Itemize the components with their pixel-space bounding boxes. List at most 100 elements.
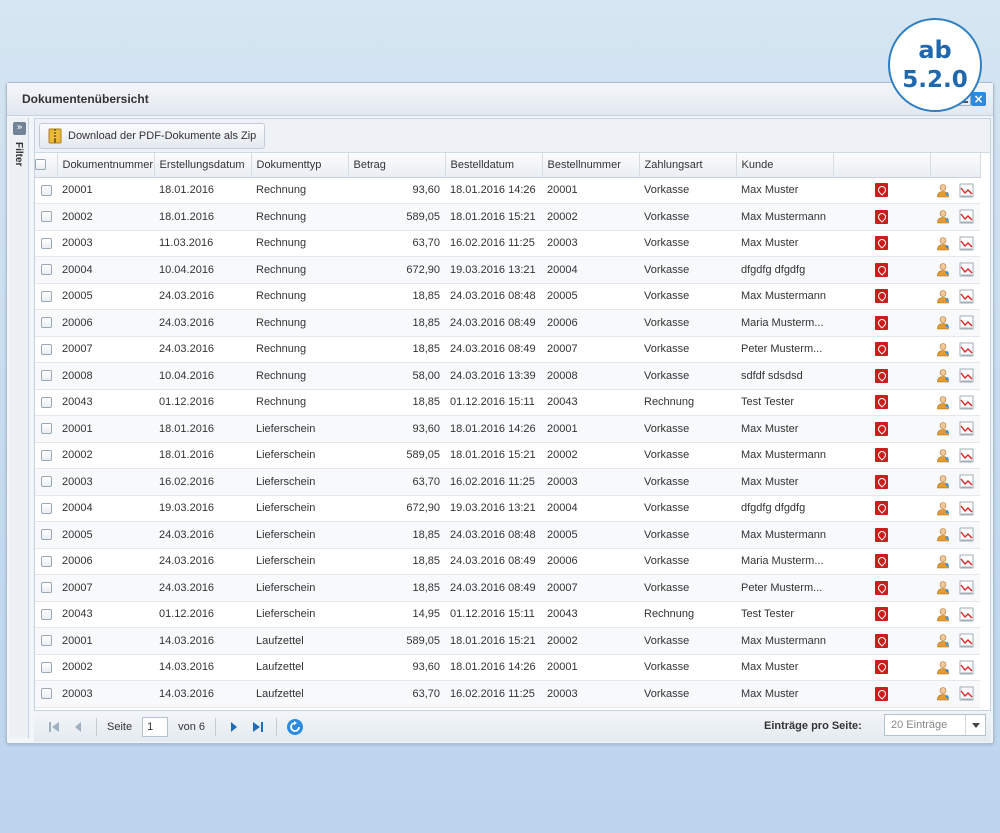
- col-header-created[interactable]: Erstellungsdatum: [154, 153, 252, 178]
- row-checkbox[interactable]: [40, 555, 52, 567]
- row-checkbox[interactable]: [40, 211, 52, 223]
- table-row[interactable]: 20006 24.03.2016 Lieferschein 18,85 24.03.20…: [35, 548, 980, 575]
- row-checkbox-cell[interactable]: [35, 654, 57, 681]
- pdf-icon[interactable]: [875, 501, 888, 516]
- pdf-icon[interactable]: [875, 262, 888, 277]
- row-checkbox[interactable]: [40, 635, 52, 647]
- row-checkbox-cell[interactable]: [35, 415, 57, 443]
- pdf-icon[interactable]: [875, 527, 888, 542]
- expand-filter-icon[interactable]: »: [13, 122, 26, 135]
- row-checkbox[interactable]: [40, 449, 52, 461]
- table-row[interactable]: 20004 10.04.2016 Rechnung 672,90 19.03.2016 …: [35, 256, 980, 284]
- row-checkbox[interactable]: [40, 476, 52, 488]
- user-icon[interactable]: [936, 236, 951, 251]
- table-row[interactable]: 20008 10.04.2016 Rechnung 58,00 24.03.2016 1…: [35, 362, 980, 390]
- user-icon[interactable]: [936, 501, 951, 516]
- chart-icon[interactable]: [959, 183, 974, 198]
- table-row[interactable]: 20005 24.03.2016 Lieferschein 18,85 24.03.20…: [35, 521, 980, 549]
- chart-icon[interactable]: [959, 686, 974, 701]
- pdf-icon[interactable]: [875, 209, 888, 224]
- next-page-button[interactable]: [225, 718, 243, 736]
- chart-icon[interactable]: [959, 580, 974, 595]
- row-checkbox[interactable]: [40, 317, 52, 329]
- prev-page-button[interactable]: [69, 718, 87, 736]
- items-per-page-select[interactable]: 20 Einträge: [884, 714, 986, 736]
- row-checkbox-cell[interactable]: [35, 495, 57, 522]
- table-row[interactable]: 20043 01.12.2016 Lieferschein 14,95 01.12.20…: [35, 601, 980, 628]
- page-number-input[interactable]: [142, 716, 169, 737]
- row-checkbox-cell[interactable]: [35, 203, 57, 231]
- chart-icon[interactable]: [959, 554, 974, 569]
- pdf-icon[interactable]: [875, 421, 888, 436]
- pdf-icon[interactable]: [875, 315, 888, 330]
- select-all-checkbox-cell[interactable]: [35, 153, 58, 178]
- row-checkbox-cell[interactable]: [35, 680, 57, 708]
- row-checkbox-cell[interactable]: [35, 548, 57, 575]
- row-checkbox[interactable]: [40, 608, 52, 620]
- row-checkbox[interactable]: [40, 237, 52, 249]
- pdf-icon[interactable]: [875, 368, 888, 383]
- table-row[interactable]: 20002 14.03.2016 Laufzettel 93,60 18.01.2016…: [35, 654, 980, 681]
- user-icon[interactable]: [936, 607, 951, 622]
- pdf-icon[interactable]: [875, 660, 888, 675]
- chart-icon[interactable]: [959, 633, 974, 648]
- chart-icon[interactable]: [959, 342, 974, 357]
- row-checkbox-cell[interactable]: [35, 627, 57, 655]
- col-header-type[interactable]: Dokumenttyp: [251, 153, 349, 178]
- user-icon[interactable]: [936, 448, 951, 463]
- table-row[interactable]: 20005 24.03.2016 Rechnung 18,85 24.03.2016 0…: [35, 283, 980, 310]
- row-checkbox[interactable]: [40, 688, 52, 700]
- pdf-icon[interactable]: [875, 633, 888, 648]
- row-checkbox-cell[interactable]: [35, 574, 57, 602]
- chart-icon[interactable]: [959, 448, 974, 463]
- user-icon[interactable]: [936, 262, 951, 277]
- pdf-icon[interactable]: [875, 580, 888, 595]
- chart-icon[interactable]: [959, 474, 974, 489]
- user-icon[interactable]: [936, 686, 951, 701]
- row-checkbox-cell[interactable]: [35, 283, 57, 310]
- refresh-button[interactable]: [286, 718, 304, 736]
- row-checkbox-cell[interactable]: [35, 442, 57, 469]
- col-header-docnum[interactable]: Dokumentnummer: [57, 153, 155, 178]
- pdf-icon[interactable]: [875, 183, 888, 198]
- col-header-customer[interactable]: Kunde: [736, 153, 834, 178]
- chart-icon[interactable]: [959, 501, 974, 516]
- row-checkbox-cell[interactable]: [35, 362, 57, 390]
- row-checkbox-cell[interactable]: [35, 521, 57, 549]
- col-header-ordernum[interactable]: Bestellnummer: [542, 153, 640, 178]
- user-icon[interactable]: [936, 209, 951, 224]
- table-row[interactable]: 20006 24.03.2016 Rechnung 18,85 24.03.2016 0…: [35, 309, 980, 337]
- pdf-icon[interactable]: [875, 686, 888, 701]
- row-checkbox[interactable]: [40, 661, 52, 673]
- row-checkbox-cell[interactable]: [35, 309, 57, 337]
- pdf-icon[interactable]: [875, 289, 888, 304]
- user-icon[interactable]: [936, 368, 951, 383]
- col-header-orderdate[interactable]: Bestelldatum: [445, 153, 543, 178]
- table-row[interactable]: 20043 01.12.2016 Rechnung 18,85 01.12.2016 1…: [35, 389, 980, 416]
- row-checkbox-cell[interactable]: [35, 230, 57, 257]
- row-checkbox[interactable]: [40, 184, 52, 196]
- col-header-amount[interactable]: Betrag: [348, 153, 446, 178]
- row-checkbox[interactable]: [40, 290, 52, 302]
- chart-icon[interactable]: [959, 262, 974, 277]
- table-row[interactable]: 20002 18.01.2016 Lieferschein 589,05 18.01.2…: [35, 442, 980, 469]
- select-all-checkbox[interactable]: [35, 159, 46, 171]
- pdf-icon[interactable]: [875, 607, 888, 622]
- chart-icon[interactable]: [959, 209, 974, 224]
- chart-icon[interactable]: [959, 315, 974, 330]
- row-checkbox-cell[interactable]: [35, 336, 57, 363]
- user-icon[interactable]: [936, 183, 951, 198]
- chart-icon[interactable]: [959, 660, 974, 675]
- row-checkbox[interactable]: [40, 343, 52, 355]
- col-header-payment[interactable]: Zahlungsart: [639, 153, 737, 178]
- user-icon[interactable]: [936, 289, 951, 304]
- table-row[interactable]: 20003 16.02.2016 Lieferschein 63,70 16.02.20…: [35, 468, 980, 496]
- pdf-icon[interactable]: [875, 554, 888, 569]
- user-icon[interactable]: [936, 580, 951, 595]
- close-button[interactable]: ×: [971, 92, 986, 106]
- user-icon[interactable]: [936, 474, 951, 489]
- chart-icon[interactable]: [959, 527, 974, 542]
- row-checkbox-cell[interactable]: [35, 468, 57, 496]
- row-checkbox[interactable]: [40, 423, 52, 435]
- row-checkbox-cell[interactable]: [35, 389, 57, 416]
